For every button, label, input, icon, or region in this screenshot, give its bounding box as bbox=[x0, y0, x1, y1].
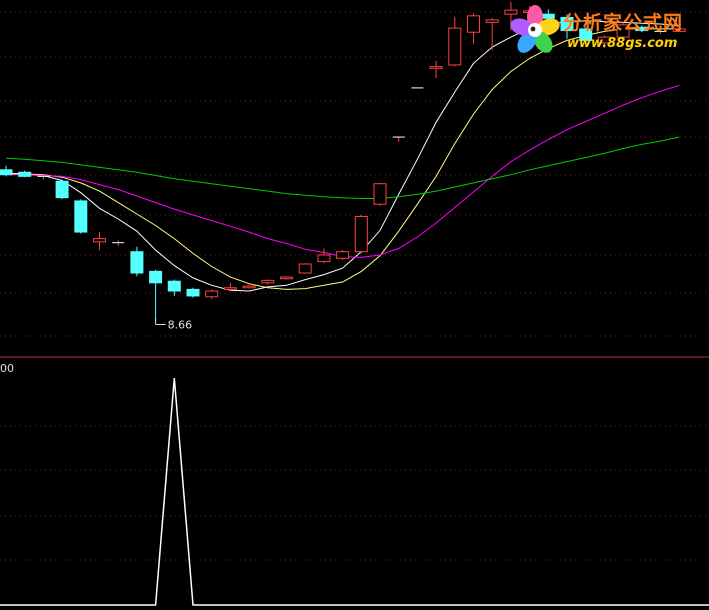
candle-body bbox=[242, 285, 256, 289]
candle-bear bbox=[186, 287, 200, 298]
candle-body bbox=[0, 169, 13, 176]
candle-body bbox=[93, 238, 106, 243]
candle-body bbox=[186, 288, 200, 297]
candle-body bbox=[130, 251, 144, 274]
ma-line-3 bbox=[6, 84, 680, 258]
min-price-label: 8.66 bbox=[168, 319, 193, 332]
candle-body bbox=[485, 19, 499, 23]
candle-bull bbox=[223, 282, 237, 292]
ma-line-4 bbox=[5, 136, 680, 199]
candle-body bbox=[167, 280, 181, 292]
candle-bull bbox=[485, 18, 499, 51]
candle-body bbox=[298, 263, 312, 274]
candle-bear bbox=[55, 179, 69, 200]
candle-bear bbox=[18, 170, 32, 178]
candle-bull bbox=[261, 279, 275, 285]
candle-body bbox=[317, 254, 331, 263]
candle-body bbox=[261, 279, 275, 284]
candle-bull bbox=[205, 289, 219, 300]
candle-body bbox=[336, 251, 350, 259]
watermark-url: www.88gs.com bbox=[567, 36, 678, 51]
candle-bull bbox=[317, 248, 331, 264]
candle-bull bbox=[392, 136, 405, 142]
candle-bull bbox=[467, 13, 480, 44]
indicator-line bbox=[0, 377, 709, 606]
candle-bull bbox=[93, 232, 106, 251]
candle-bull bbox=[448, 16, 462, 67]
candle-bull bbox=[298, 263, 312, 274]
candle-body bbox=[280, 276, 293, 280]
candle-body bbox=[55, 180, 69, 199]
candle-body bbox=[205, 290, 219, 298]
candle-bull bbox=[429, 60, 443, 79]
candle-bear bbox=[0, 165, 13, 177]
grid-lines bbox=[0, 11, 709, 561]
candle-bull bbox=[112, 240, 125, 246]
watermark-logo: 分析家公式网 www.88gs.com bbox=[505, 2, 705, 58]
flower-logo-icon bbox=[510, 5, 560, 53]
candle-bear bbox=[149, 269, 163, 321]
candle-bull bbox=[336, 250, 350, 260]
indicator-signal-line bbox=[0, 377, 709, 606]
candle-body bbox=[467, 15, 480, 33]
watermark-title: 分析家公式网 bbox=[563, 12, 684, 34]
candle-bear bbox=[130, 246, 144, 277]
candle-body bbox=[373, 183, 387, 205]
candle-bull bbox=[354, 214, 368, 254]
chart-stage: 8.66 00 分析家公式网 www.88gs.com bbox=[0, 0, 709, 610]
candle-body bbox=[149, 270, 163, 284]
candle-bull bbox=[373, 182, 387, 206]
candle-body bbox=[354, 215, 368, 253]
candle-body bbox=[429, 66, 443, 69]
candle-body bbox=[74, 200, 88, 233]
candle-bull bbox=[280, 276, 293, 280]
candle-body bbox=[448, 27, 462, 66]
min-marker: 8.66 bbox=[155, 318, 193, 332]
candlestick-chart: 8.66 00 bbox=[0, 1, 709, 606]
indicator-axis-label: 00 bbox=[0, 362, 14, 375]
candle-body bbox=[18, 171, 32, 177]
candle-bear bbox=[74, 199, 88, 234]
candle-body bbox=[223, 287, 237, 290]
